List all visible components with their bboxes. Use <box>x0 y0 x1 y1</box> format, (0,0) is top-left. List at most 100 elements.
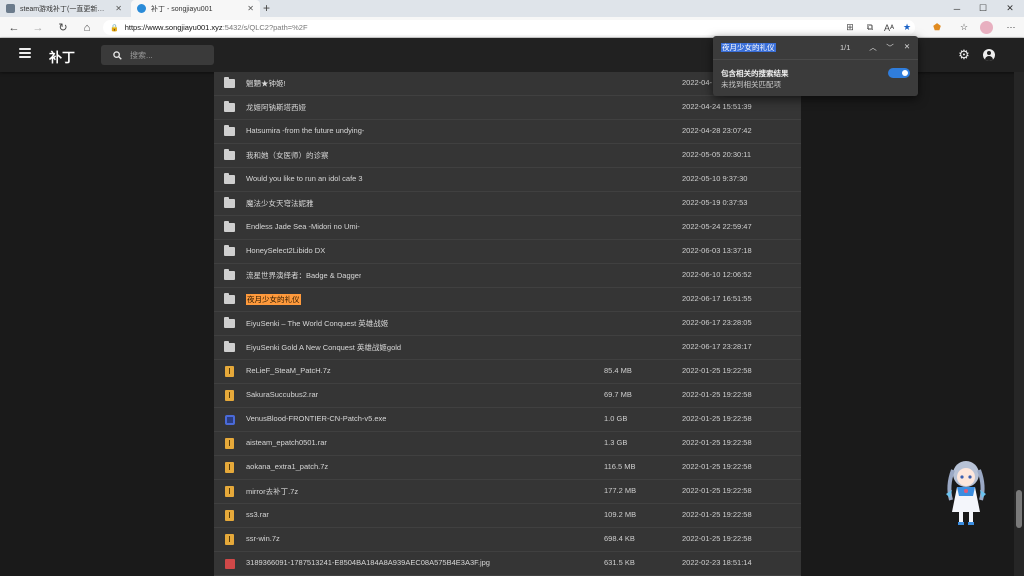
related-results-label: 包含相关的搜索结果 <box>721 69 789 78</box>
archive-icon <box>225 510 234 521</box>
file-name[interactable]: EiyuSenki – The World Conquest 英雄战姬 <box>246 318 388 329</box>
find-in-page-panel: 夜月少女的礼仪 1/1 ︿ ﹀ ✕ 包含相关的搜索结果 未找到相关匹配项 <box>713 36 918 96</box>
minimize-icon[interactable]: ─ <box>944 0 970 17</box>
new-tab-icon[interactable]: + <box>263 1 270 15</box>
lock-icon[interactable]: 🔒 <box>110 24 119 32</box>
url-host: https://www.songjiayu001.xyz <box>124 23 223 32</box>
search-input[interactable] <box>130 50 210 60</box>
file-size: 69.7 MB <box>604 390 632 399</box>
file-row[interactable]: Hatsumira -from the future undying- 2022-… <box>214 120 801 144</box>
file-row[interactable]: mirror去补丁.7z 177.2 MB 2022-01-25 19:22:58 <box>214 480 801 504</box>
file-row[interactable]: 流星世界演绎者：Badge & Dagger 2022-06-10 12:06:5… <box>214 264 801 288</box>
page-scrollbar[interactable] <box>1014 72 1024 576</box>
find-next-icon[interactable]: ﹀ <box>885 42 895 53</box>
file-name[interactable]: ss3.rar <box>246 510 269 519</box>
search-icon <box>113 50 122 60</box>
favorite-star-icon[interactable]: ★ <box>899 20 915 35</box>
file-row[interactable]: ssr-win.7z 698.4 KB 2022-01-25 19:22:58 <box>214 528 801 552</box>
anime-mascot-image <box>946 461 986 525</box>
file-name[interactable]: VenusBlood-FRONTIER-CN-Patch-v5.exe <box>246 414 386 423</box>
file-row[interactable]: SakuraSuccubus2.rar 69.7 MB 2022-01-25 19:… <box>214 384 801 408</box>
file-name[interactable]: 龙姬阿钠斯塔西娅 <box>246 102 306 113</box>
more-menu-icon[interactable]: ⋯ <box>1003 20 1019 35</box>
site-favicon-icon <box>137 4 146 13</box>
find-input[interactable]: 夜月少女的礼仪 <box>721 42 831 53</box>
maximize-icon[interactable]: ☐ <box>970 0 996 17</box>
close-tab-icon[interactable]: ✕ <box>115 4 122 13</box>
find-match-count: 1/1 <box>840 43 851 52</box>
file-name[interactable]: 魔法少女天穹法妮雅 <box>246 198 314 209</box>
url-path: :5432/s/QLC2?path=%2F <box>222 23 308 32</box>
archive-icon <box>225 486 234 497</box>
file-name[interactable]: aokana_extra1_patch.7z <box>246 462 328 471</box>
file-row[interactable]: 3189366091-1787513241-E8504BA184A8A939AE… <box>214 552 801 576</box>
refresh-icon[interactable]: ↻ <box>55 20 71 35</box>
forward-icon[interactable]: → <box>30 20 46 35</box>
folder-icon <box>224 341 235 352</box>
file-row[interactable]: aisteam_epatch0501.rar 1.3 GB 2022-01-25 1… <box>214 432 801 456</box>
hamburger-menu-icon[interactable] <box>19 48 31 58</box>
image-icon <box>225 559 235 569</box>
related-results-toggle[interactable] <box>888 68 910 78</box>
read-aloud-icon[interactable]: Aᴬ <box>881 20 897 35</box>
extension-shield-icon[interactable]: ⬟ <box>929 20 945 35</box>
account-icon[interactable] <box>983 49 995 61</box>
file-name[interactable]: ReLieF_SteaM_PatcH.7z <box>246 366 331 375</box>
file-row[interactable]: Endless Jade Sea -Midori no Umi- 2022-05-… <box>214 216 801 240</box>
favorites-icon[interactable]: ☆ <box>956 20 972 35</box>
find-previous-icon[interactable]: ︿ <box>868 42 878 53</box>
home-icon[interactable]: ⌂ <box>79 20 95 35</box>
back-icon[interactable]: ← <box>6 20 22 35</box>
file-row[interactable]: EiyuSenki – The World Conquest 英雄战姬 2022-… <box>214 312 801 336</box>
folder-icon <box>224 269 235 280</box>
file-list: 魍魉★钟姬! 2022-04- 龙姬阿钠斯塔西娅 2022-04-24 15:51:3… <box>214 72 801 576</box>
file-date: 2022-01-25 19:22:58 <box>682 510 752 519</box>
file-date: 2022-06-17 23:28:05 <box>682 318 752 327</box>
find-close-icon[interactable]: ✕ <box>902 42 912 51</box>
search-box[interactable] <box>101 45 214 65</box>
file-row[interactable]: 魔法少女天穹法妮雅 2022-05-19 0:37:53 <box>214 192 801 216</box>
scrollbar-thumb[interactable] <box>1016 490 1022 528</box>
file-date: 2022-06-10 12:06:52 <box>682 270 752 279</box>
file-name[interactable]: ssr-win.7z <box>246 534 280 543</box>
file-row[interactable]: 夜月少女的礼仪 2022-06-17 16:51:55 <box>214 288 801 312</box>
extensions-puzzle-icon[interactable]: ⧉ <box>862 20 878 35</box>
file-name[interactable]: 魍魉★钟姬! <box>246 78 286 89</box>
file-name[interactable]: Would you like to run an idol cafe 3 <box>246 174 363 183</box>
file-date: 2022-01-25 19:22:58 <box>682 390 752 399</box>
file-name[interactable]: 3189366091-1787513241-E8504BA184A8A939AE… <box>246 558 490 567</box>
browser-tab-active[interactable]: 补丁 - songjiayu001 ✕ <box>131 0 260 17</box>
file-row[interactable]: EiyuSenki Gold A New Conquest 英雄战姬gold 20… <box>214 336 801 360</box>
address-bar[interactable]: 🔒 https://www.songjiayu001.xyz :5432/s/Q… <box>103 20 915 35</box>
file-date: 2022-01-25 19:22:58 <box>682 534 752 543</box>
close-window-icon[interactable]: ✕ <box>997 0 1023 17</box>
close-tab-icon[interactable]: ✕ <box>247 4 254 13</box>
file-row[interactable]: ss3.rar 109.2 MB 2022-01-25 19:22:58 <box>214 504 801 528</box>
file-row[interactable]: HoneySelect2Libido DX 2022-06-03 13:37:18 <box>214 240 801 264</box>
file-name[interactable]: 夜月少女的礼仪 <box>246 294 301 305</box>
app-available-icon[interactable]: ⊞ <box>842 20 858 35</box>
file-row[interactable]: 龙姬阿钠斯塔西娅 2022-04-24 15:51:39 <box>214 96 801 120</box>
file-name[interactable]: 流星世界演绎者：Badge & Dagger <box>246 270 361 281</box>
file-name[interactable]: Endless Jade Sea -Midori no Umi- <box>246 222 360 231</box>
browser-tab[interactable]: steam游戏补丁(一直更新中) - sc ✕ <box>0 0 128 17</box>
settings-gear-icon[interactable]: ⚙ <box>957 47 971 62</box>
file-row[interactable]: Would you like to run an idol cafe 3 2022… <box>214 168 801 192</box>
file-row[interactable]: 我和她（女医师）的诊察 2022-05-05 20:30:11 <box>214 144 801 168</box>
file-size: 116.5 MB <box>604 462 636 471</box>
file-date: 2022-01-25 19:22:58 <box>682 438 752 447</box>
file-date: 2022-06-17 16:51:55 <box>682 294 752 303</box>
file-row[interactable]: aokana_extra1_patch.7z 116.5 MB 2022-01-25… <box>214 456 801 480</box>
file-name[interactable]: HoneySelect2Libido DX <box>246 246 325 255</box>
folder-icon <box>224 101 235 112</box>
file-row[interactable]: VenusBlood-FRONTIER-CN-Patch-v5.exe 1.0 G… <box>214 408 801 432</box>
file-name[interactable]: EiyuSenki Gold A New Conquest 英雄战姬gold <box>246 342 401 353</box>
profile-avatar-icon[interactable] <box>980 21 993 34</box>
file-name[interactable]: mirror去补丁.7z <box>246 486 298 497</box>
file-name[interactable]: SakuraSuccubus2.rar <box>246 390 318 399</box>
file-name[interactable]: aisteam_epatch0501.rar <box>246 438 327 447</box>
file-name[interactable]: Hatsumira -from the future undying- <box>246 126 364 135</box>
file-row[interactable]: ReLieF_SteaM_PatcH.7z 85.4 MB 2022-01-25 1… <box>214 360 801 384</box>
file-name[interactable]: 我和她（女医师）的诊察 <box>246 150 329 161</box>
archive-icon <box>225 534 234 545</box>
